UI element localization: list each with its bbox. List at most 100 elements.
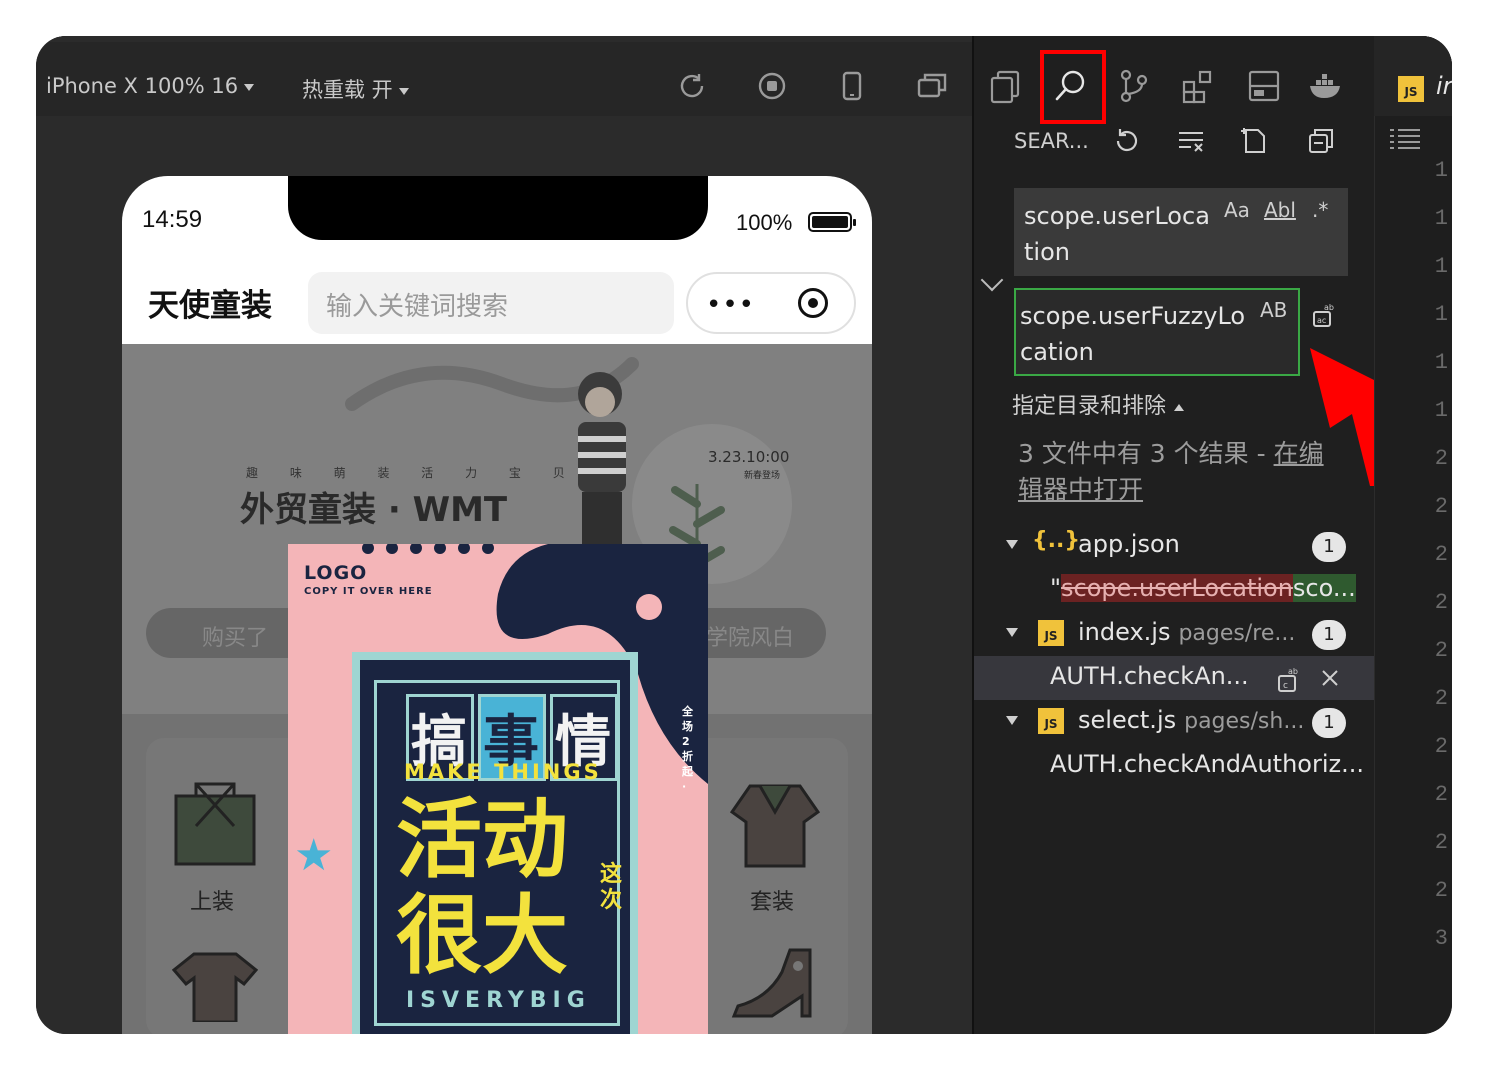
- device-selector[interactable]: iPhone X 100% 16: [46, 74, 255, 98]
- file-name-text: index.js: [1078, 618, 1171, 646]
- result-match: AUTH.checkAn...: [1050, 662, 1249, 690]
- window-icon[interactable]: [916, 70, 948, 102]
- result-file-row[interactable]: JS select.js pages/sh... 1: [974, 700, 1374, 744]
- battery-icon: [808, 212, 856, 232]
- regex-toggle[interactable]: .*: [1312, 198, 1328, 222]
- clear-results-icon[interactable]: [1176, 126, 1206, 156]
- status-time: 14:59: [142, 206, 203, 233]
- match-case-toggle[interactable]: Aa: [1224, 198, 1250, 222]
- svg-text:ab: ab: [1324, 303, 1334, 312]
- ad-copy: COPY IT OVER HERE: [304, 586, 433, 597]
- refresh-icon[interactable]: [676, 70, 708, 102]
- hot-reload-toggle[interactable]: 热重载 开: [302, 74, 409, 104]
- ad-vertical-text: 全场2折起·: [682, 705, 693, 793]
- chevron-down-icon: [244, 83, 255, 91]
- file-name-text: select.js: [1078, 706, 1177, 734]
- more-icon[interactable]: •••: [706, 290, 755, 320]
- js-file-icon: JS: [1038, 620, 1064, 646]
- result-match: "scope.userLocationsco...: [1050, 574, 1356, 602]
- search-value[interactable]: scope.userLocation: [1024, 198, 1210, 270]
- refresh-results-icon[interactable]: [1112, 126, 1142, 156]
- suit-icon[interactable]: [730, 782, 820, 868]
- search-panel-title: SEAR...: [1014, 129, 1089, 153]
- line-number: 2: [1434, 494, 1448, 519]
- devtools-window: iPhone X 100% 16 热重载 开 14:59 100% 天使童装 输…: [36, 36, 1452, 1034]
- category-label-suits[interactable]: 套装: [750, 884, 794, 916]
- line-number: 2: [1434, 686, 1448, 711]
- result-match: AUTH.checkAndAuthoriz...: [1050, 750, 1364, 778]
- result-match-row-selected[interactable]: AUTH.checkAn... ab c: [974, 656, 1374, 700]
- line-number: 1: [1434, 254, 1448, 279]
- line-number: 2: [1434, 830, 1448, 855]
- line-number: 1: [1434, 158, 1448, 183]
- ad-make-things: MAKE THINGS: [404, 760, 602, 784]
- search-tab-highlight: [1040, 50, 1106, 124]
- replace-all-icon[interactable]: ab ac: [1310, 300, 1340, 330]
- result-count-badge: 1: [1312, 532, 1346, 562]
- dismiss-icon[interactable]: [1320, 668, 1340, 688]
- top-clothing-icon[interactable]: [172, 782, 258, 868]
- line-number: 3: [1434, 926, 1448, 951]
- phone-notch: [288, 176, 708, 240]
- result-file-row[interactable]: {..} app.json 1: [974, 524, 1374, 568]
- results-summary: 3 文件中有 3 个结果 - 在编辑器中打开: [1018, 436, 1338, 508]
- close-capsule-icon[interactable]: [798, 288, 828, 318]
- stop-icon[interactable]: [756, 70, 788, 102]
- device-label: iPhone X 100% 16: [46, 74, 239, 98]
- phone-icon[interactable]: [836, 70, 868, 102]
- result-file-name: index.js pages/re...: [1078, 618, 1295, 646]
- chevron-down-icon[interactable]: [1006, 716, 1018, 725]
- line-number: 2: [1434, 590, 1448, 615]
- replace-input[interactable]: scope.userFuzzyLocation AB: [1014, 288, 1300, 376]
- ad-logo: LOGO: [304, 562, 368, 584]
- replace-value[interactable]: scope.userFuzzyLocation: [1020, 298, 1246, 370]
- whole-word-toggle[interactable]: Abl: [1264, 198, 1296, 222]
- ad-popup[interactable]: LOGO COPY IT OVER HERE 全场2折起· 搞事情 MAKE T…: [288, 544, 708, 1034]
- tshirt-icon[interactable]: [172, 950, 258, 1022]
- banner-subtitle: 趣 味 萌 装 活 力 宝 贝: [246, 466, 579, 480]
- preserve-case-toggle[interactable]: AB: [1260, 298, 1287, 322]
- line-number: 1: [1434, 206, 1448, 231]
- extensions-icon[interactable]: [1180, 68, 1216, 104]
- chevron-down-icon[interactable]: [1006, 540, 1018, 549]
- chevron-up-icon: [1174, 403, 1185, 411]
- json-file-icon: {..}: [1032, 528, 1081, 553]
- result-file-row[interactable]: JS index.js pages/re... 1: [974, 612, 1374, 656]
- result-file-name: app.json: [1078, 530, 1180, 558]
- banner-title: 外贸童装 · WMT: [240, 490, 508, 530]
- notice-right: 学院风白: [706, 626, 795, 651]
- result-file-name: select.js pages/sh...: [1078, 706, 1304, 734]
- search-input[interactable]: scope.userLocation Aa Abl .*: [1014, 188, 1348, 276]
- line-number: 2: [1434, 542, 1448, 567]
- replace-icon[interactable]: ab c: [1276, 664, 1302, 694]
- result-count-badge: 1: [1312, 708, 1346, 738]
- notice-left: 购买了: [202, 626, 269, 651]
- docker-icon[interactable]: [1308, 68, 1344, 104]
- shoe-icon[interactable]: [730, 946, 820, 1022]
- layout-icon[interactable]: [1246, 68, 1282, 104]
- line-number: 2: [1434, 734, 1448, 759]
- line-number: 2: [1434, 878, 1448, 903]
- result-match-row[interactable]: AUTH.checkAndAuthoriz...: [974, 744, 1374, 788]
- battery-percent: 100%: [736, 210, 793, 235]
- explorer-icon[interactable]: [988, 68, 1024, 104]
- result-match-row[interactable]: "scope.userLocationsco...: [974, 568, 1374, 612]
- category-label-tops[interactable]: 上装: [190, 884, 234, 916]
- hot-reload-label: 热重载 开: [302, 78, 393, 102]
- files-include-exclude-toggle[interactable]: 指定目录和排除: [1012, 388, 1185, 420]
- star-icon: ★: [294, 830, 334, 881]
- new-search-editor-icon[interactable]: [1240, 126, 1270, 156]
- summary-text: 3 文件中有 3 个结果 -: [1018, 439, 1274, 468]
- collapse-all-icon[interactable]: [1306, 126, 1336, 156]
- ad-side-text: 这次: [600, 862, 623, 913]
- match-prefix: ": [1050, 574, 1062, 602]
- search-input[interactable]: 输入关键词搜索: [308, 272, 674, 334]
- banner-date-sub: 新春登场: [744, 471, 781, 481]
- match-inserted: sco...: [1292, 574, 1356, 602]
- chevron-down-icon[interactable]: [1006, 628, 1018, 637]
- capsule-menu[interactable]: •••: [686, 272, 856, 334]
- source-control-icon[interactable]: [1116, 68, 1152, 104]
- line-numbers: 1 1 1 1 1 1 2 2 2 2 2 2 2 2 2 2 3: [1374, 36, 1452, 1034]
- file-path-text: pages/sh...: [1184, 709, 1305, 734]
- svg-text:c: c: [1283, 681, 1288, 691]
